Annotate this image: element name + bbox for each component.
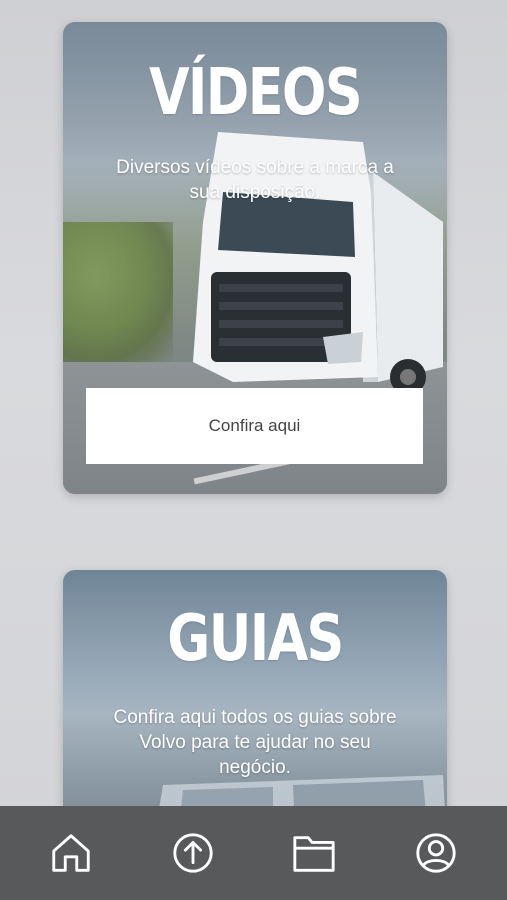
guias-title: GUIAS	[167, 602, 344, 676]
tab-profile[interactable]	[406, 823, 466, 883]
home-icon	[52, 834, 90, 872]
confira-aqui-button[interactable]: Confira aqui	[86, 388, 423, 464]
upload-icon	[172, 833, 213, 873]
folder-icon	[293, 836, 335, 872]
guias-card[interactable]: GUIAS Confira aqui todos os guias sobre …	[63, 570, 447, 830]
screen: VÍDEOS Diversos vídeos sobre a marca a s…	[0, 0, 507, 900]
videos-card[interactable]: VÍDEOS Diversos vídeos sobre a marca a s…	[63, 22, 447, 494]
bottom-tab-bar	[0, 806, 507, 900]
videos-description: Diversos vídeos sobre a marca a sua disp…	[116, 157, 394, 203]
tab-home[interactable]	[41, 823, 101, 883]
tab-upload[interactable]	[163, 823, 223, 883]
videos-title: VÍDEOS	[148, 56, 363, 130]
guias-description: Confira aqui todos os guias sobre Volvo …	[113, 707, 397, 778]
tab-documents[interactable]	[284, 823, 344, 883]
profile-icon	[416, 833, 456, 873]
